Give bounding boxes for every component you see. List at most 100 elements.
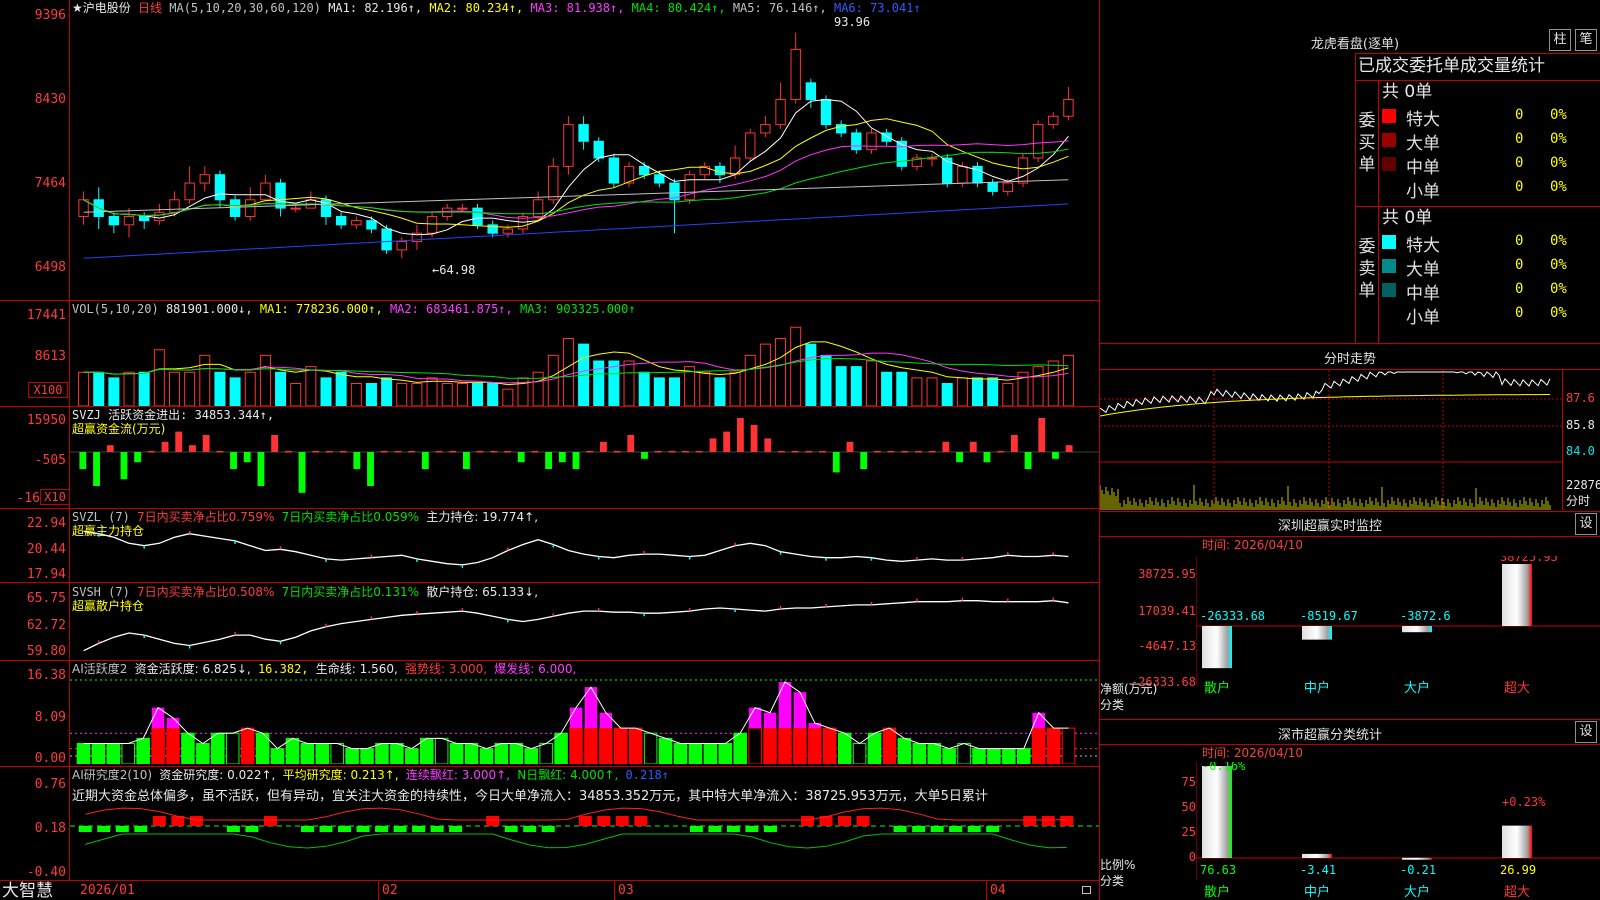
svsh-chart[interactable]	[70, 596, 1099, 658]
monitor-settings-button[interactable]: 设	[1575, 513, 1597, 535]
flow-bar	[736, 418, 744, 452]
period-label[interactable]: 日线	[138, 1, 162, 15]
volume-bar	[729, 371, 741, 406]
candle-body	[108, 215, 120, 226]
flow-bar	[750, 424, 758, 452]
volume-bar	[896, 371, 908, 406]
divider	[0, 880, 1100, 881]
flow-bar	[928, 451, 936, 453]
volume-bar	[472, 383, 484, 406]
order-count: 0	[1515, 179, 1524, 195]
activity-bar	[614, 727, 628, 764]
volume-bar	[411, 383, 423, 406]
volume-chart[interactable]	[70, 316, 1099, 406]
flow-bar	[312, 451, 320, 453]
activity-bar-hot	[748, 707, 762, 729]
order-count: 0	[1515, 107, 1524, 123]
candle-body	[290, 207, 301, 210]
avg-price-line	[1100, 394, 1550, 417]
order-percent: 0%	[1550, 281, 1567, 297]
candle-body	[548, 165, 559, 201]
kline-chart[interactable]	[70, 16, 1099, 300]
fenshi-tick: 84.0	[1566, 444, 1595, 458]
flow-bar	[545, 452, 553, 469]
tick-mode-button[interactable]: 笔	[1575, 29, 1597, 51]
svzj-tick: 15950	[26, 413, 66, 428]
research-bar	[97, 826, 111, 832]
lock-icon[interactable]	[1082, 886, 1091, 894]
candle-body	[245, 199, 256, 217]
divider	[0, 766, 1100, 767]
ai-research-chart[interactable]	[70, 806, 1099, 878]
activity-bar	[76, 742, 91, 764]
research-bar	[763, 826, 777, 832]
ai-activity-chart[interactable]	[70, 676, 1099, 764]
flow-bar	[435, 451, 443, 453]
flow-bar	[1024, 452, 1032, 469]
color-swatch	[1382, 181, 1396, 195]
svzl-chart[interactable]	[70, 520, 1099, 580]
flow-bar	[627, 435, 635, 452]
activity-bar	[599, 727, 613, 764]
bar-top-label: +0.23%	[1502, 795, 1546, 809]
volume-bar	[350, 383, 362, 406]
volume-bar	[184, 371, 196, 406]
activity-bar	[151, 727, 165, 764]
bar-mode-button[interactable]: 柱	[1549, 29, 1571, 51]
volume-bar	[138, 371, 150, 406]
research-bar	[597, 816, 611, 826]
activity-bar	[658, 737, 673, 764]
stock-name[interactable]: ★沪电股份	[72, 1, 131, 15]
volume-bar	[229, 377, 241, 406]
research-bar	[189, 816, 203, 826]
lhb-title: 龙虎看盘(逐单)	[1310, 37, 1400, 52]
volume-bar	[684, 366, 696, 406]
sell-row: 特大 0 0%	[1382, 230, 1572, 256]
category-bar	[1202, 626, 1232, 669]
flow-bar	[832, 452, 840, 473]
chart-area[interactable]: ★沪电股份 日线 MA(5,10,20,30,60,120) MA1: 82.1…	[0, 0, 1100, 900]
svzj-chart[interactable]	[70, 410, 1099, 506]
volume-bar	[987, 377, 999, 406]
research-bar	[634, 816, 648, 826]
monitor-ytick: -4647.13	[1138, 639, 1196, 653]
volume-bar	[365, 383, 377, 406]
ma2-value: MA2: 80.234↑,	[429, 1, 524, 15]
monitor-chart[interactable]: -26333.68 散户 -8519.67 中户 -3872.6 大户 38725.95 超大	[1196, 556, 1600, 696]
intraday-chart[interactable]	[1100, 370, 1562, 510]
volume-bar	[759, 343, 771, 406]
bar-value-label: 38725.95	[1500, 556, 1558, 564]
research-bar	[301, 826, 314, 832]
flow-bar	[517, 452, 525, 463]
category-label: 大户	[1404, 884, 1430, 900]
order-size-label: 中单	[1406, 284, 1440, 304]
research-bar	[486, 816, 500, 826]
category-label: 大户	[1404, 680, 1430, 696]
order-count: 0	[1515, 257, 1524, 273]
flow-bar	[983, 452, 991, 463]
activity-bar	[1046, 727, 1061, 764]
candle-body	[714, 165, 726, 176]
activity-bar-hot	[793, 692, 807, 729]
classify-settings-button[interactable]: 设	[1575, 721, 1597, 743]
brand-logo[interactable]: 大智慧	[2, 882, 53, 900]
research-bar	[115, 826, 129, 832]
activity-bar	[300, 742, 315, 764]
order-percent: 0%	[1550, 179, 1567, 195]
research-bar	[412, 826, 426, 832]
volume-bar	[456, 383, 468, 406]
ai-burst-line: 爆发线: 6.000,	[494, 662, 577, 676]
flow-bar	[682, 451, 690, 453]
ma5-value: MA5: 76.146↑,	[732, 1, 827, 15]
volume-bar	[396, 383, 408, 406]
classify-chart[interactable]: 76.63 散户 -3.41 中户 -0.21 大户 26.99 超大 -0.16% +0.23%	[1196, 762, 1600, 900]
ai-res-value5: 0.218↑	[625, 768, 669, 782]
flow-bar	[161, 441, 169, 452]
activity-bar	[569, 727, 583, 764]
ai-res-nday: N日飘红: 4.000↑,	[517, 768, 619, 782]
activity-bar	[181, 732, 195, 764]
flow-bar	[79, 452, 87, 469]
monitor-time: 时间: 2026/04/10	[1202, 538, 1304, 552]
volume-bar	[259, 354, 271, 406]
candle-body	[654, 174, 665, 184]
